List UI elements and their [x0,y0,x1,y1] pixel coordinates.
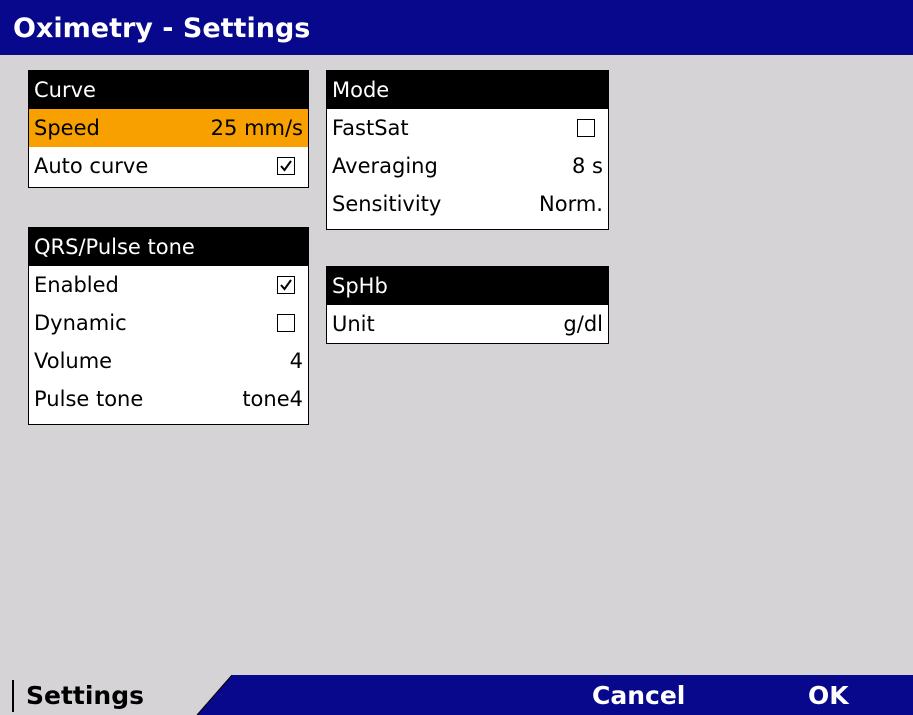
speed-label: Speed [34,116,100,140]
enabled-row[interactable]: Enabled [29,266,308,304]
ok-button[interactable]: OK [808,677,849,715]
sensitivity-value: Norm. [539,192,603,216]
curve-panel-header: Curve [29,71,308,109]
auto-curve-row[interactable]: Auto curve [29,147,308,185]
fastsat-checkbox[interactable] [577,119,595,137]
unit-label: Unit [332,312,375,336]
dynamic-row[interactable]: Dynamic [29,304,308,342]
fastsat-row[interactable]: FastSat [327,109,608,147]
sphb-panel-header: SpHb [327,267,608,305]
checkmark-icon [280,279,292,291]
unit-row[interactable]: Unit g/dl [327,305,608,343]
fastsat-label: FastSat [332,116,409,140]
curve-panel: Curve Speed 25 mm/s Auto curve [28,70,309,188]
volume-label: Volume [34,349,113,373]
averaging-label: Averaging [332,154,438,178]
tab-settings[interactable]: Settings [26,677,144,715]
window-title-bar: Oximetry - Settings [0,0,913,55]
cancel-button[interactable]: Cancel [592,677,685,715]
bottom-separator [12,680,14,712]
averaging-value: 8 s [572,154,603,178]
speed-row[interactable]: Speed 25 mm/s [29,109,308,147]
pulse-tone-label: Pulse tone [34,387,144,411]
pulse-tone-row[interactable]: Pulse tone tone4 [29,380,308,418]
qrs-pulse-tone-panel: QRS/Pulse tone Enabled Dynamic Volume 4 … [28,227,309,425]
auto-curve-label: Auto curve [34,154,149,178]
volume-row[interactable]: Volume 4 [29,342,308,380]
pulse-tone-value: tone4 [242,387,303,411]
mode-panel-header: Mode [327,71,608,109]
sphb-panel: SpHb Unit g/dl [326,266,609,344]
unit-value: g/dl [563,312,603,336]
checkmark-icon [280,160,292,172]
dynamic-label: Dynamic [34,311,127,335]
mode-panel: Mode FastSat Averaging 8 s Sensitivity N… [326,70,609,230]
volume-value: 4 [289,349,303,373]
window-title: Oximetry - Settings [13,13,311,44]
qrs-panel-header: QRS/Pulse tone [29,228,308,266]
speed-value: 25 mm/s [210,116,303,140]
sensitivity-label: Sensitivity [332,192,442,216]
averaging-row[interactable]: Averaging 8 s [327,147,608,185]
dynamic-checkbox[interactable] [277,314,295,332]
enabled-checkbox[interactable] [277,276,295,294]
auto-curve-checkbox[interactable] [277,157,295,175]
sensitivity-row[interactable]: Sensitivity Norm. [327,185,608,223]
enabled-label: Enabled [34,273,119,297]
